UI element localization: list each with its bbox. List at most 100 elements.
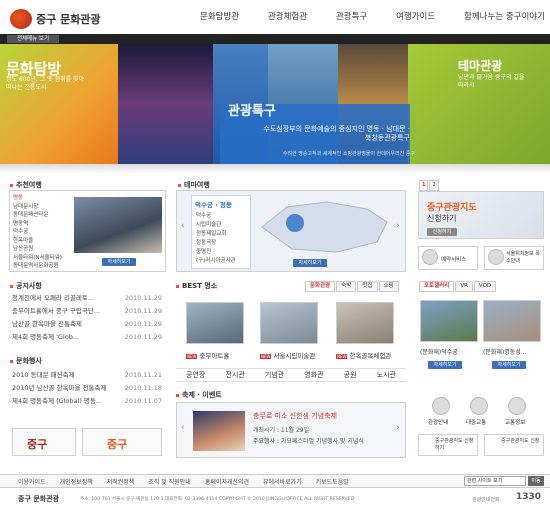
logo-mark-icon [10, 9, 32, 29]
nav-item[interactable]: 함께나누는 중구이야기 [464, 10, 545, 26]
tab-vr[interactable]: VR [455, 281, 473, 292]
reservation-button[interactable]: 예약서비스 [418, 246, 478, 270]
list-item[interactable]: 덕수궁 [13, 228, 71, 237]
quick-label[interactable]: 관광안내 [428, 418, 448, 426]
more-button[interactable]: 자세히보기 [293, 259, 327, 267]
festival-photo[interactable] [193, 411, 245, 451]
best-caption[interactable]: NEW 서울시립미술관 [260, 350, 315, 360]
list-item[interactable]: 한옥마을 [13, 237, 71, 246]
festival-headline[interactable]: 충무로 미소 신한샘 기념축제 [253, 411, 337, 421]
district-map[interactable] [257, 197, 392, 255]
footer-link[interactable]: 조직 및 직원안내 [148, 477, 190, 486]
go-button[interactable]: 이동 [528, 476, 544, 486]
quick-map-button[interactable]: 중구관광지도 신청 [484, 434, 544, 456]
list-item[interactable]: 덕수궁 [196, 212, 250, 221]
link[interactable]: 공연장 [186, 370, 205, 380]
more-button[interactable]: 자세히보기 [428, 361, 462, 369]
best-thumb[interactable] [186, 302, 244, 344]
bullet-icon [10, 359, 13, 363]
list-item[interactable]: 명동역 [13, 220, 71, 229]
pager-1[interactable]: 1 [419, 180, 429, 191]
recommend-photo[interactable] [74, 197, 162, 253]
list-item[interactable]: 동대문역사문화공원 [13, 262, 71, 271]
traffic-icon[interactable] [508, 397, 526, 415]
footer-link[interactable]: 저작권정책 [107, 477, 135, 486]
best-thumb[interactable] [336, 302, 394, 344]
list-item[interactable]: 2010년 남산골 한옥마을 전통축제 2010.11.18 [12, 382, 162, 395]
link[interactable]: 기념관 [265, 370, 284, 380]
tab-lodging[interactable]: 숙박 [336, 281, 357, 292]
list-item[interactable]: 남대문시장 [13, 203, 71, 212]
link[interactable]: 노시관 [377, 370, 396, 380]
related-sites-select[interactable]: 관련 사이트 보기 [464, 476, 526, 486]
list-item[interactable]: 충무아트홀에서 중구 구립극단... 2010.11.29 [12, 305, 162, 318]
nav-item[interactable]: 관광체험관 [268, 10, 307, 26]
list-item[interactable]: 남산골 한옥마을 전통축제 2010.11.29 [12, 318, 162, 331]
list-item[interactable]: 명동 [13, 194, 71, 203]
nav-item[interactable]: 관광특구 [336, 10, 367, 26]
footer-link[interactable]: 이용가이드 [18, 477, 46, 486]
bus-icon[interactable] [470, 397, 488, 415]
list-item[interactable]: 남산공원 [13, 245, 71, 254]
footer-logo: 중구 문화관광 [18, 495, 60, 503]
footer-link[interactable]: 키보드도움말 [316, 477, 349, 486]
tour-map-banner[interactable]: 중구관광지도 신청하기 신청하기 [418, 191, 544, 239]
media-caption[interactable]: (문화재)덕수궁 [420, 347, 458, 356]
link[interactable]: 전시관 [225, 370, 244, 380]
location-voice-button[interactable]: 서울위치정보 목소안내 [484, 246, 544, 270]
list-item[interactable]: 서울타워(N서울타워) [13, 254, 71, 263]
banner-sub-special: 수도심장부의 문화예술의 중심지인 명동 · 남대문 · 북창동관광특구 [263, 125, 410, 142]
link[interactable]: 공원 [344, 370, 357, 380]
nav-item[interactable]: 문화탐방관 [200, 10, 239, 26]
tab-photo[interactable]: 포토갤러리 [419, 281, 455, 292]
reservation-label: 예약서비스 [441, 257, 467, 263]
best-caption[interactable]: NEW 한옥골목체험관 [336, 350, 391, 360]
best-thumb[interactable] [260, 302, 318, 344]
banner-jung-gu-2[interactable]: 중구 [82, 428, 162, 456]
banner-shadow [0, 164, 550, 174]
footer-link[interactable]: 홈페이지개선의견 [205, 477, 249, 486]
media-thumb[interactable] [483, 300, 541, 342]
site-logo[interactable]: 중구 문화관광 [10, 8, 115, 30]
tourist-info-icon[interactable] [432, 397, 450, 415]
list-item[interactable]: 중명전 [196, 248, 250, 257]
nav-item[interactable]: 여행가이드 [396, 10, 435, 26]
next-arrow-icon[interactable]: › [396, 423, 400, 433]
list-item[interactable]: 동대문패션타운 [13, 211, 71, 220]
more-button[interactable]: 자세히보기 [102, 258, 136, 266]
list-item[interactable]: (구)러시아공사관 [196, 257, 250, 266]
prev-arrow-icon[interactable]: ‹ [181, 423, 185, 433]
quick-label[interactable]: 대중교통 [466, 418, 486, 426]
list-item[interactable]: 제4회 명동축제 (Global) 명동... 2010.11.07 [12, 395, 162, 408]
pager-2[interactable]: 2 [429, 180, 439, 191]
quick-label[interactable]: 교통정보 [505, 418, 525, 426]
tab-food[interactable]: 맛집 [357, 281, 378, 292]
next-arrow-icon[interactable]: › [396, 221, 400, 231]
list-item[interactable]: 2010 동대문 패션축제 2010.11.21 [12, 369, 162, 382]
footer-link[interactable]: 개인정보정책 [60, 477, 93, 486]
media-thumb[interactable] [420, 300, 478, 342]
media-caption[interactable]: (문화재)명동성... [483, 347, 527, 356]
tab-shopping[interactable]: 쇼핑 [378, 281, 399, 292]
more-button[interactable]: 자세히보기 [492, 361, 526, 369]
best-caption[interactable]: NEW 충무아트홀 [186, 350, 229, 360]
banner-jung-gu-1[interactable]: 중구 [12, 428, 76, 456]
apply-button[interactable]: 신청하기 [427, 228, 457, 236]
tab-culture[interactable]: 문화관광 [305, 281, 336, 292]
location-label: 서울위치정보 목소안내 [506, 251, 540, 264]
prev-arrow-icon[interactable]: ‹ [181, 221, 185, 231]
bullet-icon [176, 284, 179, 288]
notice-title: 공지사항 [10, 281, 42, 291]
all-menu-button[interactable]: 전체메뉴 보기 [7, 35, 59, 43]
list-item[interactable]: 정동제일교회 [196, 230, 250, 239]
footer-link[interactable]: 뷰에서바로가기 [263, 477, 302, 486]
tab-vod[interactable]: VOD [473, 281, 497, 292]
theme-tab[interactable]: 덕수궁 · 정동 [192, 196, 250, 212]
list-item[interactable]: 제4회 명동축제 'Glob... 2010.11.29 [12, 331, 162, 344]
list-item[interactable]: 시립미술관 [196, 221, 250, 230]
list-item[interactable]: 정동극장 [196, 239, 250, 248]
list-item[interactable]: 청계천에서 오페라 리골레토... 2010.11.29 [12, 292, 162, 305]
quick-map-button[interactable]: 중구관광지도 신청하기 [418, 434, 478, 456]
events-title: 문화행사 [10, 356, 42, 366]
link[interactable]: 영화관 [304, 370, 323, 380]
